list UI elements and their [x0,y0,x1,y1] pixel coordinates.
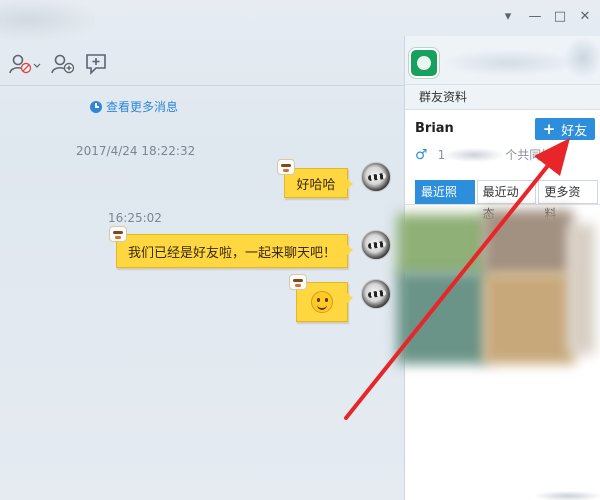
photo-thumbnail[interactable] [483,210,573,276]
profile-name: Brian [415,121,454,136]
block-user-icon[interactable] [8,52,41,78]
photo-thumbnail[interactable] [397,214,487,276]
maximize-button[interactable]: □ [550,8,570,26]
add-contact-icon[interactable] [50,52,78,78]
male-icon: ♂ [415,146,428,163]
blurred-corner [565,38,600,78]
group-header [405,36,600,84]
profile-info-row: ♂ 1 个共同好友 [415,146,565,163]
profile-panel: 群友资料 Brian + 好友 ♂ 1 个共同好友 最近照片 最近动态 更多资料 [397,36,600,500]
add-friend-label: 好友 [561,123,588,139]
blurred-info [445,147,504,162]
add-friend-button[interactable]: + 好友 [535,118,595,140]
chat-toolbar [0,50,404,80]
bubble-sticker-icon [289,274,307,290]
avatar[interactable] [361,230,391,260]
more-messages-link[interactable]: 查看更多消息 [90,98,178,115]
smiley-icon [311,291,333,313]
blurred-footer [535,491,600,500]
bubble-sticker-icon [109,226,127,242]
chat-window: ▾ — □ ✕ 查看更多消息 2017/4/24 18:22:32 好哈哈 16… [0,0,600,500]
tab-more-info[interactable]: 更多资料 [538,180,599,221]
photo-thumbnail[interactable] [567,224,595,354]
close-button[interactable]: ✕ [575,8,595,26]
minimize-button[interactable]: — [525,8,545,26]
tab-recent-photos[interactable]: 最近照片 [415,180,475,221]
info-prefix: 1 [437,147,446,162]
blurred-group-name [445,50,575,76]
message-timestamp: 2017/4/24 18:22:32 [76,144,196,158]
tab-group-member-info[interactable]: 群友资料 [405,84,600,110]
tabs-divider [405,204,600,205]
group-logo-icon [409,48,439,78]
bubble-sticker-icon [277,159,295,175]
photo-grid [397,210,597,374]
message-timestamp: 16:25:02 [108,211,162,225]
add-comment-icon[interactable] [84,52,112,78]
avatar[interactable] [361,279,391,309]
clock-icon [90,100,102,113]
plus-icon: + [542,119,556,138]
dropdown-icon[interactable]: ▾ [498,8,518,26]
tab-recent-activity[interactable]: 最近动态 [476,180,537,221]
photo-thumbnail[interactable] [397,272,487,364]
mutual-friends-label[interactable]: 个共同好友 [505,146,565,163]
message-bubble[interactable]: 我们已经是好友啦，一起来聊天吧！ [116,234,353,268]
photo-thumbnail[interactable] [483,272,575,364]
blurred-title [0,0,95,40]
more-messages-label: 查看更多消息 [106,100,179,114]
message-list: 查看更多消息 2017/4/24 18:22:32 好哈哈 16:25:02 我… [0,86,404,500]
title-bar: ▾ — □ ✕ [0,0,600,40]
profile-tabs: 最近照片 最近动态 更多资料 [415,180,600,221]
avatar[interactable] [361,162,391,192]
